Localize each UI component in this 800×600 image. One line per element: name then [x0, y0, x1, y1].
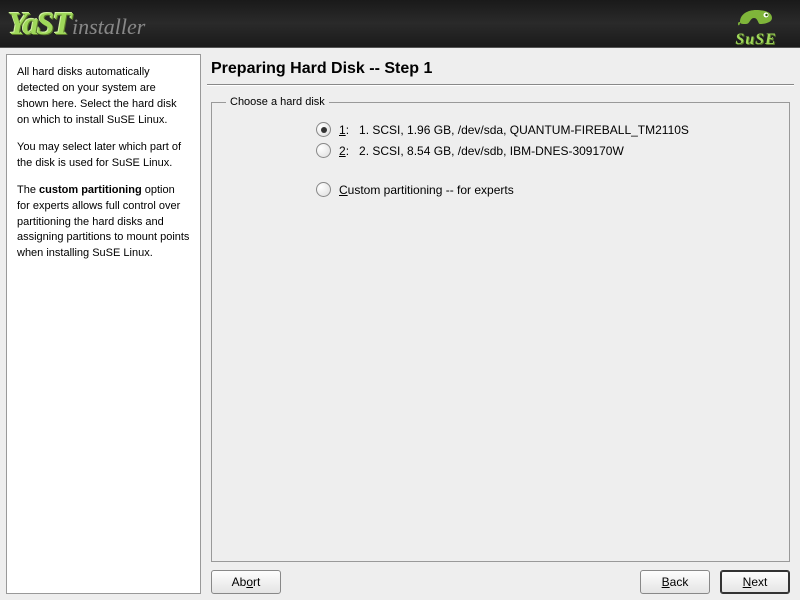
chameleon-icon: [736, 4, 776, 28]
suse-logo: SuSE: [720, 4, 792, 49]
brand-text: SuSE: [720, 31, 792, 49]
radio-icon: [316, 122, 331, 137]
back-button[interactable]: Back: [640, 570, 710, 594]
abort-button[interactable]: Abort: [211, 570, 281, 594]
body-area: All hard disks automatically detected on…: [0, 48, 800, 600]
logo-main: YaST: [8, 5, 70, 42]
disk-choice-group: Choose a hard disk 1: 1. SCSI, 1.96 GB, …: [211, 96, 790, 562]
disk-desc: 1. SCSI, 1.96 GB, /dev/sda, QUANTUM-FIRE…: [359, 123, 689, 137]
help-para-2: You may select later which part of the d…: [17, 140, 190, 172]
disk-desc: 2. SCSI, 8.54 GB, /dev/sdb, IBM-DNES-309…: [359, 144, 624, 158]
disk-option-2[interactable]: 2: 2. SCSI, 8.54 GB, /dev/sdb, IBM-DNES-…: [316, 143, 775, 158]
custom-partitioning-option[interactable]: Custom partitioning -- for experts: [316, 182, 775, 197]
radio-label: Custom partitioning -- for experts: [339, 183, 514, 197]
radio-label: 2:: [339, 144, 349, 158]
disk-option-1[interactable]: 1: 1. SCSI, 1.96 GB, /dev/sda, QUANTUM-F…: [316, 122, 775, 137]
main-panel: Preparing Hard Disk -- Step 1 Choose a h…: [207, 54, 794, 594]
title-divider: [207, 84, 794, 86]
radio-list: 1: 1. SCSI, 1.96 GB, /dev/sda, QUANTUM-F…: [316, 122, 775, 197]
radio-icon: [316, 143, 331, 158]
header-bar: YaST installer SuSE: [0, 0, 800, 48]
next-button[interactable]: Next: [720, 570, 790, 594]
radio-icon: [316, 182, 331, 197]
radio-label: 1:: [339, 123, 349, 137]
page-title: Preparing Hard Disk -- Step 1: [207, 54, 794, 82]
group-legend: Choose a hard disk: [226, 96, 329, 108]
yast-logo: YaST installer: [8, 5, 145, 42]
help-para-3: The custom partitioning option for exper…: [17, 183, 190, 263]
logo-sub: installer: [72, 14, 145, 40]
help-sidebar: All hard disks automatically detected on…: [6, 54, 201, 594]
button-bar: Abort Back Next: [207, 562, 794, 594]
help-para-1: All hard disks automatically detected on…: [17, 65, 190, 129]
